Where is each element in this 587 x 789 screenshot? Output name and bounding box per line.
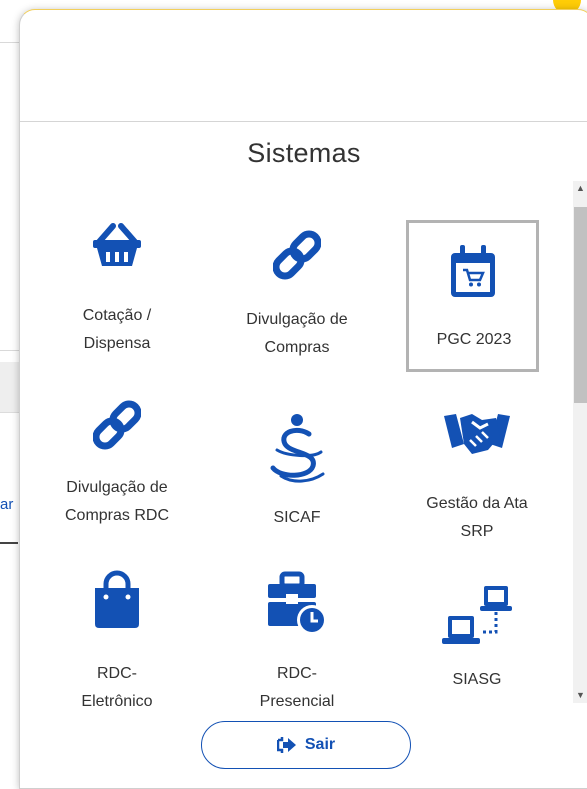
link-icon bbox=[273, 230, 321, 280]
scroll-down-arrow-icon[interactable]: ▼ bbox=[573, 688, 587, 703]
systems-grid: Cotação / Dispensa Divulgação de Compras bbox=[20, 10, 580, 710]
system-tile-gestao-ata-srp[interactable]: Gestão da Ata SRP bbox=[412, 400, 542, 550]
system-tile-cotacao-dispensa[interactable]: Cotação / Dispensa bbox=[52, 218, 182, 368]
tile-label: Compras bbox=[264, 339, 330, 356]
tile-label: SRP bbox=[460, 523, 494, 540]
handshake-icon bbox=[444, 414, 510, 454]
tile-label: Divulgação de bbox=[246, 311, 348, 328]
system-tile-rdc-presencial[interactable]: RDC- Presencial bbox=[232, 570, 362, 720]
tile-label: Dispensa bbox=[83, 335, 151, 352]
tile-label: Presencial bbox=[259, 693, 335, 710]
systems-panel: Sistemas Cotação / Dispensa Divulgação d… bbox=[19, 9, 587, 789]
tile-label: PGC 2023 bbox=[436, 331, 512, 348]
link-icon bbox=[93, 400, 141, 450]
system-tile-rdc-eletronico[interactable]: RDC- Eletrônico bbox=[52, 570, 182, 720]
scroll-thumb[interactable] bbox=[574, 207, 587, 403]
network-computers-icon bbox=[442, 586, 512, 644]
scrollbar[interactable]: ▲ ▼ bbox=[573, 181, 587, 703]
sicaf-logo-icon bbox=[270, 414, 325, 483]
tile-label: Eletrônico bbox=[81, 693, 153, 710]
sign-out-icon bbox=[276, 737, 296, 753]
tile-label: SIASG bbox=[452, 671, 502, 688]
tile-label: Cotação / bbox=[82, 307, 152, 324]
tile-label: Compras RDC bbox=[64, 507, 169, 524]
system-tile-divulgacao-compras-rdc[interactable]: Divulgação de Compras RDC bbox=[52, 400, 182, 550]
logout-label: Sair bbox=[304, 736, 336, 753]
tile-label: Divulgação de bbox=[66, 479, 168, 496]
briefcase-clock-icon bbox=[268, 571, 327, 635]
calendar-cart-icon bbox=[450, 245, 495, 297]
basket-icon bbox=[93, 223, 141, 266]
system-tile-pgc-2023[interactable]: PGC 2023 bbox=[406, 220, 539, 372]
scroll-up-arrow-icon[interactable]: ▲ bbox=[573, 181, 587, 196]
system-tile-divulgacao-compras[interactable]: Divulgação de Compras bbox=[232, 218, 362, 368]
tile-label: RDC- bbox=[277, 665, 317, 682]
tile-label: Gestão da Ata bbox=[426, 495, 528, 512]
system-tile-sicaf[interactable]: SICAF bbox=[232, 400, 362, 550]
shopping-bag-icon bbox=[95, 570, 139, 628]
logout-button[interactable]: Sair bbox=[201, 721, 411, 769]
system-tile-siasg[interactable]: SIASG bbox=[412, 570, 542, 720]
tile-label: RDC- bbox=[97, 665, 137, 682]
background-divider bbox=[0, 542, 18, 544]
tile-label: SICAF bbox=[273, 509, 321, 526]
